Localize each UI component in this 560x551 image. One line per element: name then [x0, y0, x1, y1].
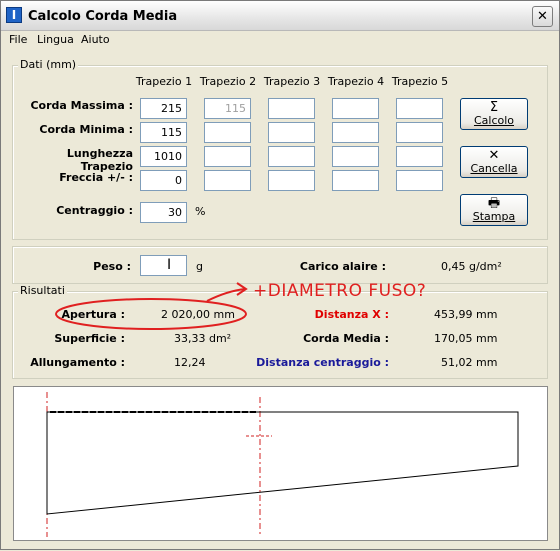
wing-drawing-canvas: [13, 386, 548, 541]
apertura-highlight-ellipse: [55, 298, 247, 330]
annotation-text: +DIAMETRO FUSO?: [253, 281, 427, 301]
main-window: I Calcolo Corda Media ✕ File Lingua Aiut…: [0, 0, 560, 550]
annotation-arrow-line: [206, 288, 246, 302]
wing-outline: [46, 411, 519, 515]
wing-drawing: [46, 392, 519, 537]
